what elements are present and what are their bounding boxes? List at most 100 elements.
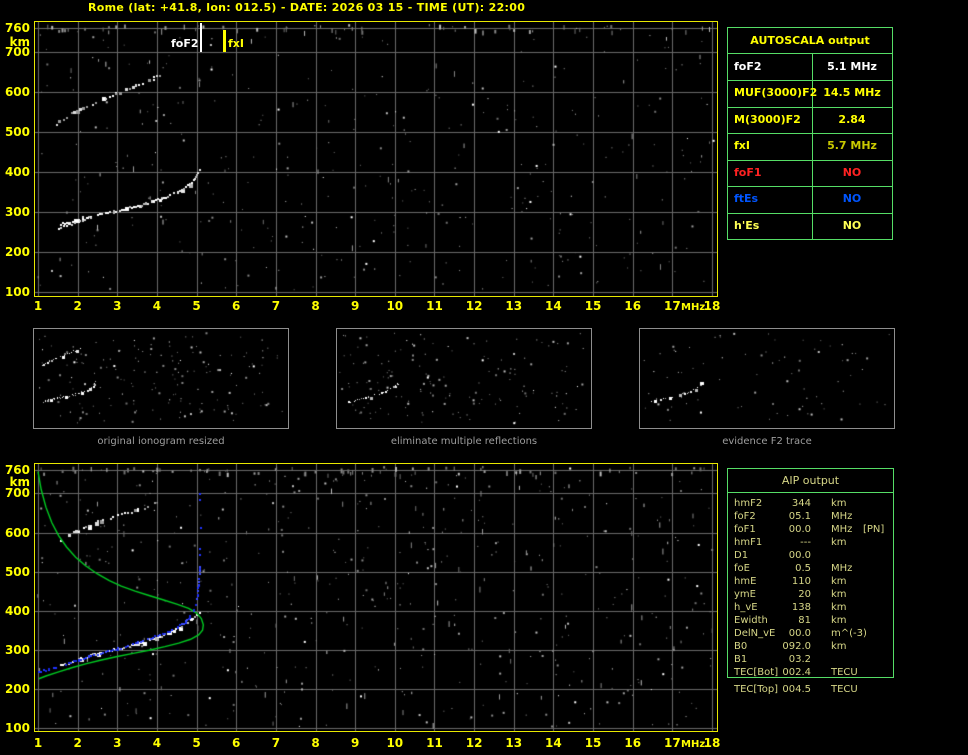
aip-row-label: B0	[734, 641, 748, 652]
aip-row-value: 110	[791, 576, 811, 587]
aip-row-value: 092.0	[782, 641, 811, 652]
x-tick-label: 9	[350, 736, 360, 750]
x-tick-label: 11	[426, 736, 443, 750]
aip-row-DelNvE: DelN_vE 00.0 m^(-3)	[727, 627, 894, 640]
aip-row-value: 344	[791, 498, 811, 509]
autoscala-row-value: NO	[842, 192, 862, 206]
y-tick-label: 300	[4, 642, 30, 657]
aip-row-unit: MHz	[831, 524, 853, 535]
thumbnail-eliminate-canvas	[337, 329, 591, 428]
autoscala-row-hEs: h'Es NO	[728, 213, 892, 239]
y-tick-label: 500	[4, 125, 30, 139]
aip-row-unit: MHz	[831, 563, 853, 574]
autoscala-row-separator	[728, 213, 892, 214]
page-title: Rome (lat: +41.8, lon: 012.5) - DATE: 20…	[88, 1, 526, 14]
autoscala-table-header: AUTOSCALA output	[728, 28, 892, 54]
aip-row-value: 20	[798, 589, 811, 600]
autoscala-row-M3000F2: M(3000)F2 2.84	[728, 107, 892, 133]
aip-row-TECTop: TEC[Top] 004.5 TECU	[727, 683, 894, 696]
aip-row-label: foF2	[734, 511, 756, 522]
autoscala-row-value: 5.1 MHz	[827, 60, 877, 73]
aip-row-label: B1	[734, 654, 748, 665]
aip-row-value: 03.2	[788, 654, 811, 665]
x-tick-label: 14	[545, 736, 562, 750]
aip-row-foE: foE 0.5 MHz	[727, 562, 894, 575]
autoscala-row-label: foF2	[734, 60, 762, 73]
aip-row-value: 81	[798, 615, 811, 626]
aip-row-value: 00.0	[788, 550, 811, 561]
thumbnail-original-canvas	[34, 329, 288, 428]
bottom-ionogram-plot	[34, 463, 718, 732]
x-tick-label: 4	[152, 736, 162, 750]
autoscala-row-MUF3000F2: MUF(3000)F2 14.5 MHz	[728, 80, 892, 106]
aip-row-value: ---	[800, 537, 811, 548]
aip-row-note: [PN]	[863, 524, 885, 535]
aip-row-foF1: foF1 00.0 MHz [PN]	[727, 523, 894, 536]
x-tick-label: 1	[33, 299, 43, 313]
aip-row-foF2: foF2 05.1 MHz	[727, 510, 894, 523]
y-tick-label: 300	[4, 205, 30, 219]
x-tick-label: 10	[386, 736, 404, 750]
aip-row-label: hmF2	[734, 498, 763, 509]
aip-row-value: 05.1	[788, 511, 811, 522]
x-tick-label: 11	[426, 299, 443, 313]
thumbnail-caption-evidence: evidence F2 trace	[722, 436, 812, 447]
autoscala-row-value: NO	[842, 165, 862, 179]
top-ionogram-plot: foF2 fxI	[34, 21, 718, 297]
aip-row-label: D1	[734, 550, 749, 561]
y-tick-label: 600	[4, 85, 30, 99]
aip-row-unit: km	[831, 576, 847, 587]
aip-row-value: 0.5	[795, 563, 811, 574]
autoscala-row-separator	[728, 80, 892, 81]
aip-row-label: foF1	[734, 524, 756, 535]
autoscala-row-label: ftEs	[734, 192, 759, 206]
autoscala-row-fxI: fxI 5.7 MHz	[728, 133, 892, 159]
x-tick-label: 16	[624, 736, 642, 750]
fxi-marker-label: fxI	[228, 37, 244, 50]
x-tick-label: 12	[465, 299, 483, 313]
autoscala-row-label: M(3000)F2	[734, 112, 801, 126]
autoscala-row-separator	[728, 186, 892, 187]
y-tick-label: 200	[4, 681, 30, 696]
aip-row-B0: B0 092.0 km	[727, 640, 894, 653]
thumbnail-caption-original: original ionogram resized	[97, 436, 225, 447]
y-tick-label: 600	[4, 525, 30, 540]
aip-row-value: 00.0	[788, 628, 811, 639]
autoscala-row-foF2: foF2 5.1 MHz	[728, 54, 892, 80]
autoscala-row-value: 5.7 MHz	[827, 139, 877, 153]
thumbnail-eliminate-reflections	[336, 328, 592, 429]
y-tick-label: 400	[4, 165, 30, 179]
autoscala-row-value: 2.84	[838, 112, 866, 126]
y-tick-label: 500	[4, 564, 30, 579]
aip-row-unit: TECU	[831, 684, 858, 695]
aip-row-unit: m^(-3)	[831, 628, 867, 639]
x-tick-label: 8	[311, 299, 320, 313]
aip-row-hmE: hmE 110 km	[727, 575, 894, 588]
autoscala-row-label: h'Es	[734, 218, 760, 232]
x-tick-label: 6	[232, 299, 241, 313]
aip-row-label: h_vE	[734, 602, 758, 613]
thumbnail-original-ionogram	[33, 328, 289, 429]
fxi-marker-line	[223, 30, 226, 52]
aip-row-B1: B1 03.2	[727, 653, 894, 666]
aip-row-TECBot: TEC[Bot] 002.4 TECU	[727, 666, 894, 679]
x-axis-unit: MHz	[681, 302, 706, 313]
aip-row-ymE: ymE 20 km	[727, 588, 894, 601]
aip-row-unit: km	[831, 537, 847, 548]
x-tick-label: 16	[624, 299, 642, 313]
autoscala-row-separator	[728, 107, 892, 108]
x-tick-label: 9	[350, 299, 360, 313]
y-tick-label: 100	[4, 720, 30, 735]
autoscala-row-label: fxI	[734, 139, 750, 153]
autoscala-row-label: MUF(3000)F2	[734, 86, 818, 100]
aip-row-unit: km	[831, 615, 847, 626]
aip-row-hmF1: hmF1 --- km	[727, 536, 894, 549]
x-tick-label: 7	[271, 736, 281, 750]
aip-row-unit: km	[831, 589, 847, 600]
aip-row-label: ymE	[734, 589, 756, 600]
aip-table-header: AIP output	[728, 469, 893, 493]
aip-row-value: 004.5	[782, 684, 811, 695]
aip-row-label: hmE	[734, 576, 757, 587]
x-tick-label: 5	[192, 299, 201, 313]
aip-row-unit: km	[831, 641, 847, 652]
